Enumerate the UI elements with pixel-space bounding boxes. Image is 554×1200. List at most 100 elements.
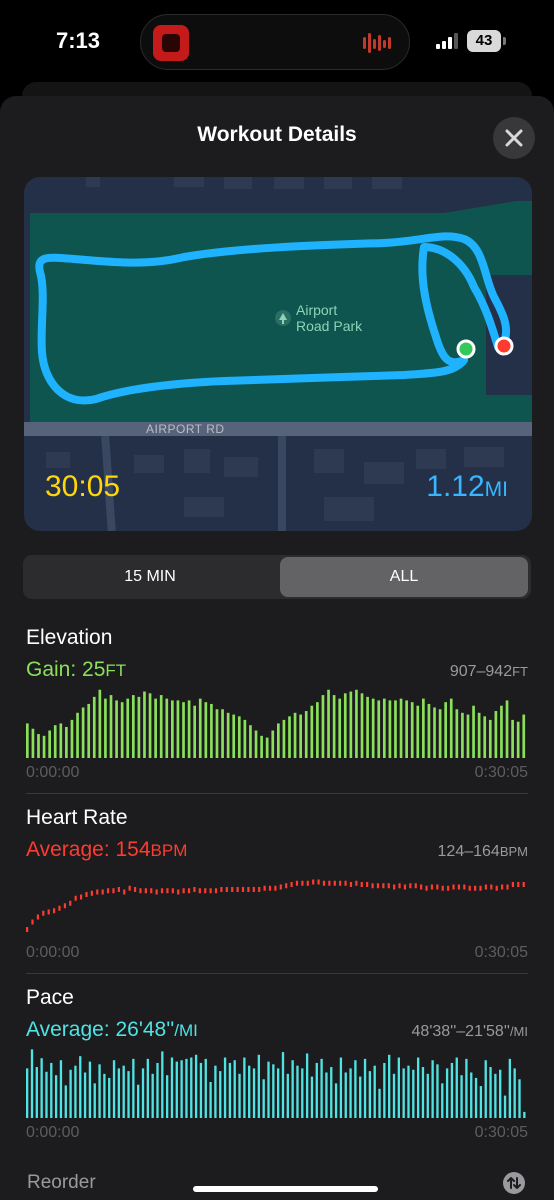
elevation-range-unit: FT (512, 664, 528, 679)
chart-point (441, 885, 444, 891)
chart-bar (141, 1068, 145, 1118)
chart-point (150, 888, 153, 894)
chart-bar (470, 1072, 473, 1118)
chart-bar (479, 1086, 483, 1118)
chart-bar (98, 689, 102, 758)
chart-bar (199, 1062, 203, 1118)
chart-bar (332, 695, 336, 758)
chart-point (198, 888, 201, 894)
chart-bar (431, 1060, 434, 1118)
chart-bar (282, 719, 286, 758)
chart-bar (416, 705, 420, 758)
chart-point (279, 884, 282, 890)
chart-bar (50, 1062, 53, 1118)
chart-bar (455, 709, 459, 758)
chart-point (144, 888, 147, 894)
segment-all[interactable]: ALL (280, 557, 528, 597)
now-playing-artwork[interactable] (153, 25, 189, 61)
chart-point (74, 895, 77, 901)
home-indicator[interactable] (193, 1186, 378, 1192)
chart-bar (127, 1071, 130, 1118)
chart-point (79, 894, 83, 900)
chart-bar (368, 1071, 372, 1118)
chart-bar (325, 1072, 328, 1118)
chart-bar (310, 1076, 314, 1118)
chart-bar (45, 1071, 48, 1118)
pace-section[interactable]: Pace Average: 26'48''/MI 48'38''–21'58''… (26, 986, 528, 1146)
chart-bar (204, 1058, 207, 1118)
pace-average-unit: /MI (174, 1021, 198, 1040)
reorder-arrows-icon[interactable] (503, 1172, 525, 1194)
chart-point (96, 889, 99, 895)
chart-point (484, 884, 488, 890)
close-icon (505, 129, 523, 147)
chart-bar (407, 1065, 410, 1118)
chart-bar (42, 735, 46, 758)
chart-bar (260, 735, 263, 758)
park-label-line2: Road Park (296, 318, 363, 334)
chart-point (225, 887, 228, 892)
chart-bar (277, 1068, 280, 1118)
chart-point (501, 884, 504, 890)
chart-point (312, 879, 315, 885)
chart-point (474, 885, 477, 891)
status-time: 7:13 (56, 28, 101, 53)
chart-bar (88, 1061, 92, 1118)
heart-rate-end-time: 0:30:05 (474, 944, 528, 961)
chart-bar (53, 725, 57, 758)
chart-point (42, 910, 45, 916)
segment-15-min[interactable]: 15 MIN (26, 557, 274, 597)
heart-rate-section[interactable]: Heart Rate Average: 154BPM 124–164BPM 0:… (26, 806, 528, 966)
chart-bar (30, 1049, 34, 1118)
chart-bar (433, 707, 436, 758)
chart-point (106, 888, 110, 894)
waveform-icon (363, 33, 391, 53)
chart-bar (299, 714, 302, 758)
chart-bar (265, 737, 269, 758)
chart-point (171, 888, 174, 894)
chart-bar (35, 1067, 38, 1118)
chart-bar (26, 723, 29, 758)
pace-chart (26, 1049, 526, 1118)
dynamic-island[interactable] (140, 14, 410, 70)
chart-point (112, 888, 115, 894)
heart-rate-range: 124–164BPM (438, 843, 528, 861)
chart-bar (373, 1065, 376, 1118)
chart-bar (355, 689, 358, 758)
chart-point (414, 883, 417, 889)
chart-point (133, 887, 137, 892)
elevation-range-value: 907–942 (449, 663, 513, 680)
reorder-button[interactable]: Reorder (27, 1172, 96, 1194)
chart-bar (182, 702, 185, 758)
pace-start-time: 0:00:00 (26, 1124, 80, 1141)
chart-bar (175, 1061, 178, 1118)
chart-bar (426, 1073, 429, 1118)
chart-bar (349, 1068, 352, 1118)
chart-point (63, 903, 66, 909)
chart-point (468, 885, 471, 891)
chart-bar (74, 1065, 77, 1118)
chart-point (193, 887, 196, 892)
chart-bar (59, 1060, 63, 1118)
chart-bar (523, 1111, 526, 1118)
elevation-section[interactable]: Elevation Gain: 25FT 907–942FT 0:00:00 0… (26, 626, 528, 786)
chart-bar (397, 1057, 400, 1118)
chart-bar (399, 698, 403, 758)
chart-bar (508, 1058, 512, 1118)
cellular-signal-icon (436, 33, 458, 49)
chart-point (479, 885, 482, 891)
chart-point (187, 888, 191, 894)
chart-point (398, 883, 401, 889)
chart-bar (137, 696, 141, 758)
road-label: AIRPORT RD (146, 422, 225, 436)
park-label-line1: Airport (296, 302, 338, 318)
chart-bar (31, 728, 35, 758)
chart-point (430, 884, 434, 890)
chart-point (268, 885, 272, 891)
route-map[interactable]: Airport Road Park AIRPORT RD 30:05 1.12M… (24, 177, 532, 531)
chart-bar (441, 1083, 444, 1118)
chart-bar (503, 1095, 507, 1118)
close-button[interactable] (493, 117, 535, 159)
chart-bar (286, 1073, 289, 1118)
chart-point (371, 883, 374, 889)
